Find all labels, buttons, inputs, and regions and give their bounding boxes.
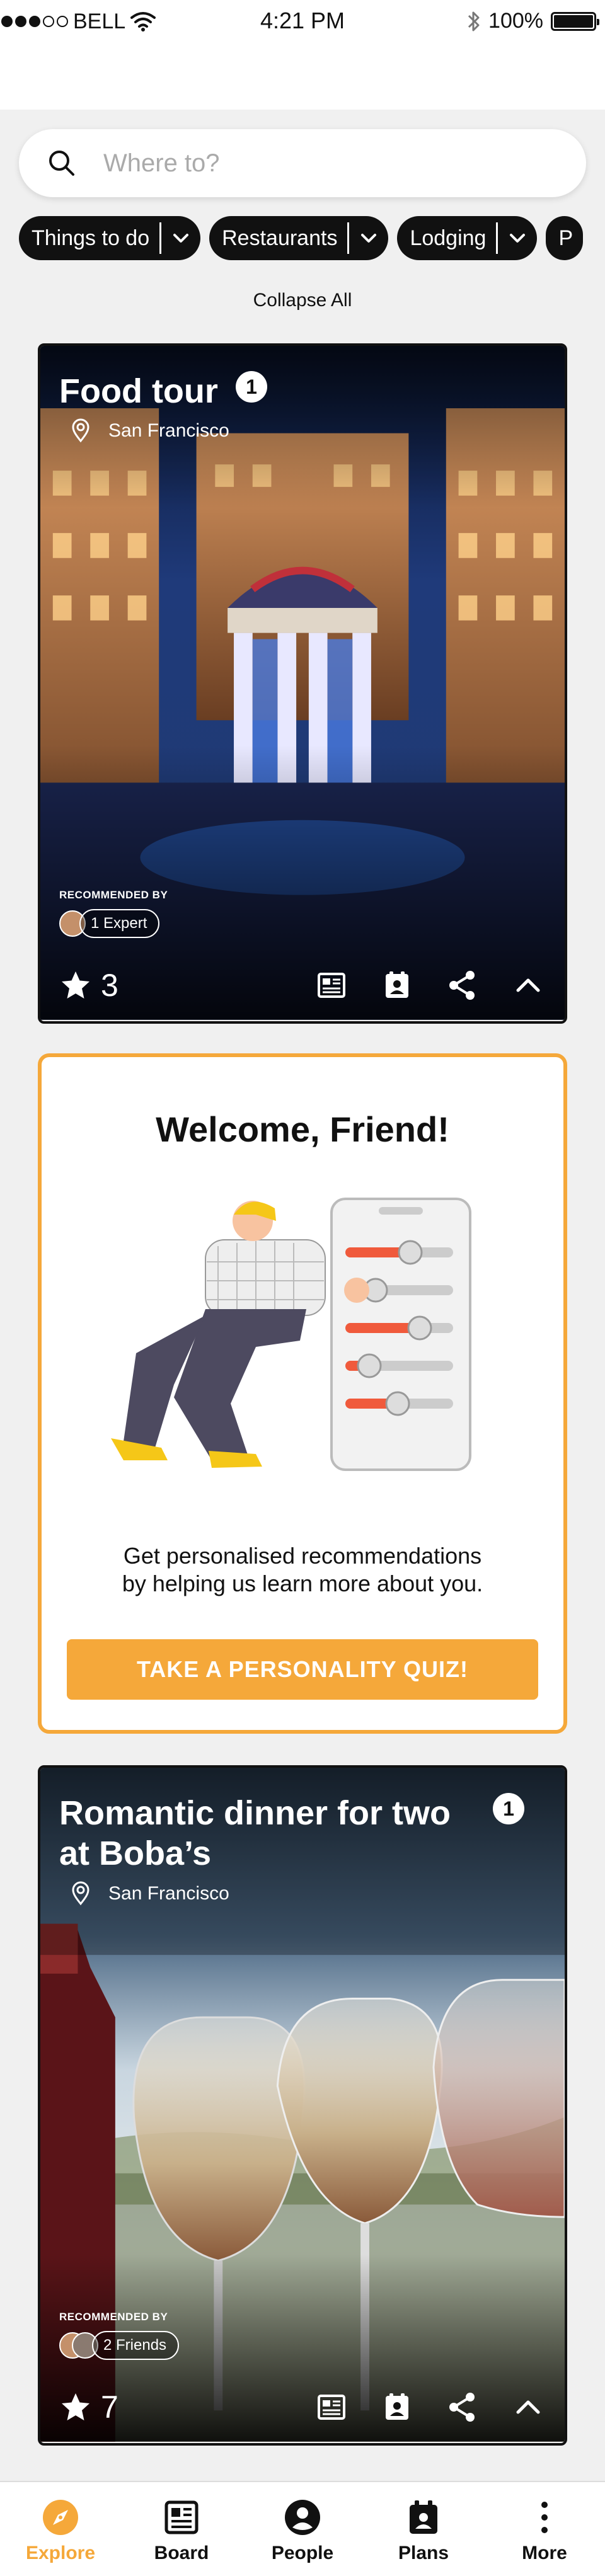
newspaper-icon[interactable]	[314, 968, 349, 1003]
card-actions	[314, 968, 546, 1003]
welcome-title: Welcome, Friend!	[156, 1109, 449, 1149]
newspaper-icon[interactable]	[314, 2390, 349, 2425]
tab-label: Board	[154, 2543, 209, 2563]
tab-board[interactable]: Board	[121, 2482, 242, 2576]
chevron-down-icon[interactable]	[358, 227, 379, 249]
card-location: San Francisco	[68, 1881, 229, 1906]
add-to-plan-icon[interactable]	[379, 2390, 415, 2425]
count-badge: 1	[493, 1793, 524, 1824]
filter-chip-label: P	[558, 226, 573, 250]
settings-illustration	[111, 1198, 471, 1471]
recommended-by-text: 1 Expert	[79, 909, 160, 938]
more-icon	[541, 2502, 548, 2533]
welcome-text-line: Get personalised recommendations	[123, 1543, 482, 1569]
filter-chip-restaurants[interactable]: Restaurants	[209, 216, 389, 260]
location-pin-icon	[72, 1881, 89, 1906]
collapse-all-link[interactable]: Collapse All	[0, 290, 605, 311]
recommended-by-text: 2 Friends	[92, 2331, 180, 2360]
chevron-down-icon[interactable]	[507, 227, 528, 249]
tab-label: People	[271, 2543, 334, 2563]
plans-icon	[410, 2500, 437, 2534]
battery-icon	[551, 11, 599, 31]
filter-chips: Things to do Restaurants Lodging P	[19, 216, 605, 260]
tab-label: More	[522, 2543, 567, 2563]
card-location: San Francisco	[68, 418, 229, 444]
welcome-text-line: by helping us learn more about you.	[122, 1571, 483, 1596]
person-icon	[285, 2500, 320, 2535]
board-icon	[164, 2500, 199, 2534]
search-bar[interactable]	[19, 129, 586, 197]
count-badge: 1	[236, 371, 267, 403]
recommendation-card[interactable]: Food tour 1 San Francisco RECOMMENDED BY…	[38, 343, 567, 1024]
recommended-by-label: RECOMMENDED BY	[59, 2311, 168, 2323]
location-pin-icon	[72, 418, 89, 443]
tab-label: Plans	[398, 2543, 449, 2563]
tab-explore[interactable]: Explore	[0, 2482, 121, 2576]
bluetooth-icon	[468, 11, 480, 31]
rating[interactable]: 7	[59, 2389, 118, 2425]
filter-chip-things-to-do[interactable]: Things to do	[19, 216, 201, 260]
chevron-up-icon[interactable]	[510, 2390, 546, 2425]
chevron-down-icon[interactable]	[170, 227, 192, 249]
card-actions	[314, 2390, 546, 2425]
welcome-card: Welcome, Friend! Get personalised recomm…	[38, 1053, 567, 1734]
filter-chip-label: Things to do	[32, 222, 162, 254]
filter-chip-more[interactable]: P	[546, 216, 584, 260]
search-icon	[49, 151, 74, 176]
star-icon	[62, 2393, 89, 2420]
filter-chip-lodging[interactable]: Lodging	[397, 216, 538, 260]
battery-percent: 100%	[488, 9, 543, 33]
tab-people[interactable]: People	[242, 2482, 363, 2576]
card-title: Romantic dinner for two at Boba’s	[59, 1794, 451, 1872]
location-text: San Francisco	[108, 1883, 229, 1904]
bottom-tab-bar: Explore Board People Plans More	[0, 2481, 605, 2576]
recommended-by-pill[interactable]: 1 Expert	[59, 908, 160, 939]
card-footer: 7	[40, 2373, 565, 2442]
share-icon[interactable]	[445, 968, 480, 1003]
chevron-up-icon[interactable]	[510, 968, 546, 1003]
recommendation-card[interactable]: Romantic dinner for two at Boba’s 1 San …	[38, 1765, 567, 2446]
search-input[interactable]	[103, 149, 544, 178]
header-area	[0, 44, 605, 110]
star-icon	[62, 971, 89, 999]
rating-count: 3	[101, 968, 118, 1003]
tab-plans[interactable]: Plans	[363, 2482, 484, 2576]
card-title: Food tour	[59, 372, 218, 410]
filter-chip-label: Restaurants	[222, 222, 350, 254]
personality-quiz-button[interactable]: TAKE A PERSONALITY QUIZ!	[67, 1639, 538, 1700]
rating-count: 7	[101, 2390, 118, 2425]
rating[interactable]: 3	[59, 967, 118, 1004]
filter-chip-label: Lodging	[410, 222, 498, 254]
battery-level	[554, 14, 593, 28]
location-text: San Francisco	[108, 420, 229, 441]
status-right: 100%	[467, 9, 599, 33]
tab-more[interactable]: More	[484, 2482, 605, 2576]
share-icon[interactable]	[445, 2390, 480, 2425]
tab-label: Explore	[25, 2543, 96, 2563]
status-bar: BELL 4:21 PM 100%	[0, 0, 605, 44]
welcome-description: Get personalised recommendations by help…	[79, 1542, 526, 1598]
card-footer: 3	[40, 951, 565, 1020]
add-to-plan-icon[interactable]	[379, 968, 415, 1003]
compass-icon	[43, 2500, 78, 2535]
recommended-by-label: RECOMMENDED BY	[59, 889, 168, 901]
recommended-by-pill[interactable]: 2 Friends	[59, 2330, 180, 2361]
